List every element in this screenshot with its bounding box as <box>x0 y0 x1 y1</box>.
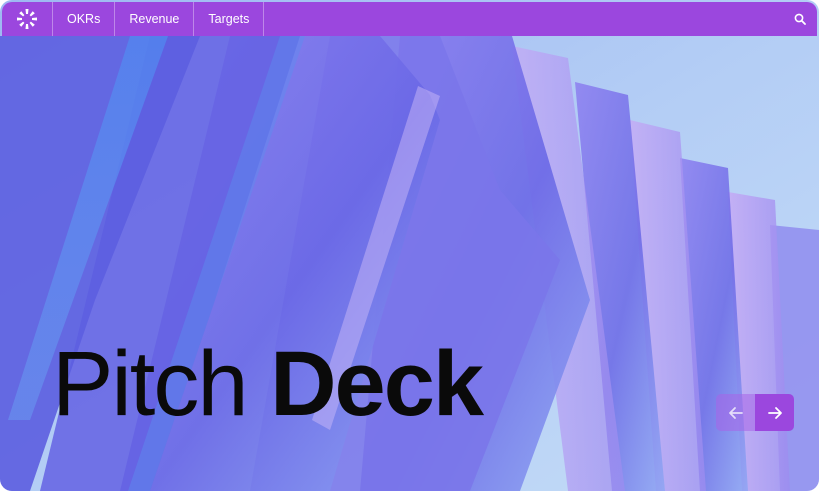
top-nav-bar: OKRs Revenue Targets <box>2 2 817 36</box>
nav-item-okrs[interactable]: OKRs <box>53 2 116 36</box>
title-bold: Deck <box>270 333 484 435</box>
title-light: Pitch <box>52 333 249 435</box>
search-icon <box>794 13 806 25</box>
arrow-left-icon <box>728 406 743 419</box>
arrow-right-icon <box>767 406 782 419</box>
nav-item-revenue[interactable]: Revenue <box>115 2 195 36</box>
search-button[interactable] <box>783 2 817 36</box>
pitch-deck-page: OKRs Revenue Targets Pitch Deck <box>0 0 819 491</box>
page-title: Pitch Deck <box>52 338 484 430</box>
slide-nav-controls <box>716 394 794 431</box>
logo-button[interactable] <box>2 2 53 36</box>
nav-item-targets[interactable]: Targets <box>194 2 265 36</box>
next-slide-button[interactable] <box>755 394 794 431</box>
sunburst-logo-icon <box>17 9 37 29</box>
prev-slide-button[interactable] <box>716 394 755 431</box>
